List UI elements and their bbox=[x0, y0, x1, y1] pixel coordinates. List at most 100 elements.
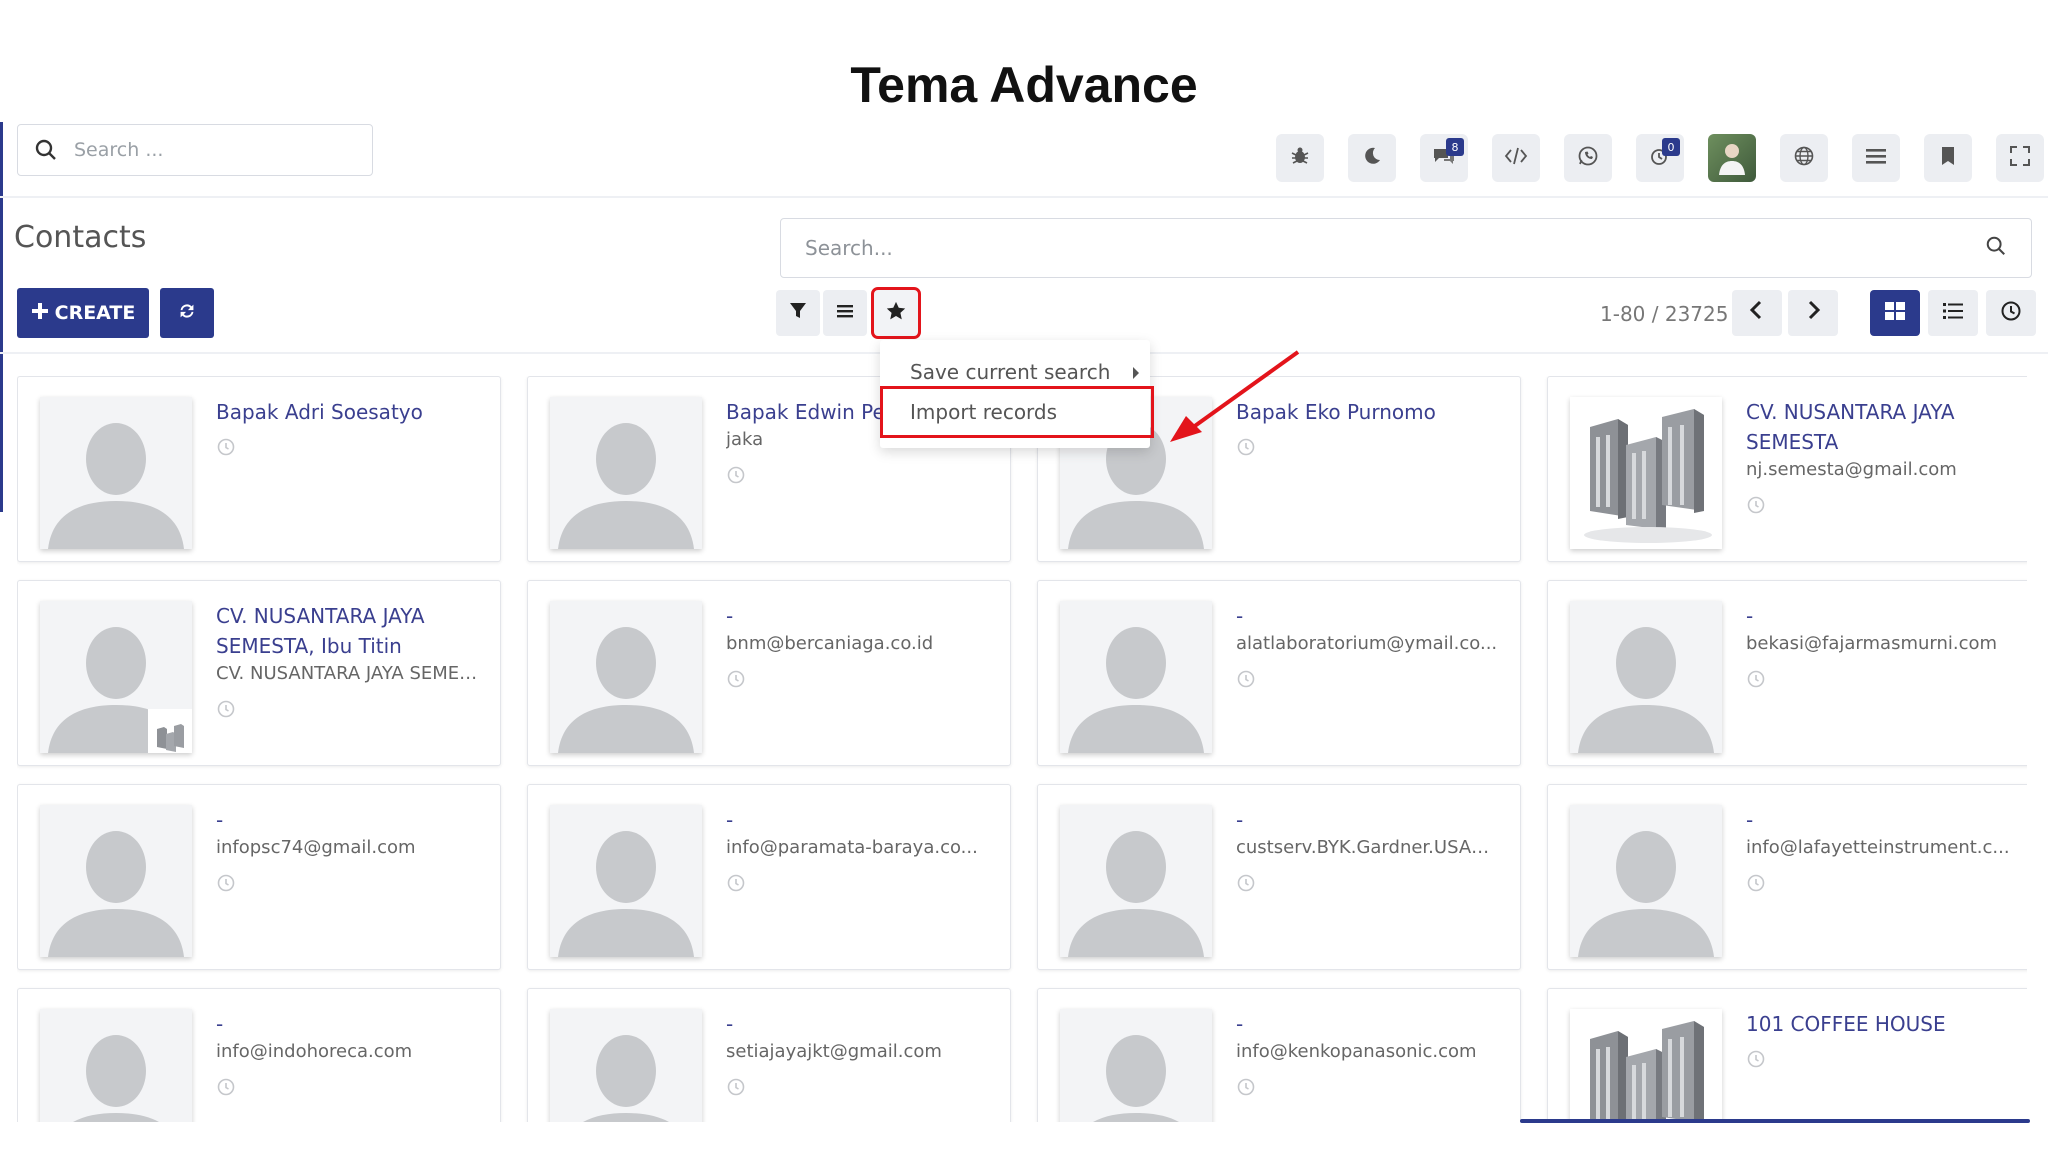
person-avatar bbox=[550, 601, 702, 753]
globe-button[interactable] bbox=[1780, 134, 1828, 182]
list-view-button[interactable] bbox=[1928, 290, 1978, 336]
top-icon-group: 80 bbox=[1276, 134, 2044, 182]
bookmark-button[interactable] bbox=[1924, 134, 1972, 182]
activity-clock-icon[interactable] bbox=[216, 1077, 236, 1097]
search-icon bbox=[18, 138, 74, 162]
person-avatar bbox=[40, 1009, 192, 1122]
code-icon bbox=[1504, 146, 1528, 171]
scroll-indicator bbox=[1520, 1119, 2030, 1123]
whatsapp-icon bbox=[1577, 145, 1599, 172]
contacts-search-placeholder: Search... bbox=[805, 236, 893, 260]
global-search-input[interactable]: Search ... bbox=[17, 124, 373, 176]
contact-name: - bbox=[1236, 604, 1244, 628]
contact-name: 101 COFFEE HOUSE bbox=[1746, 1012, 1946, 1036]
fullscreen-button[interactable] bbox=[1996, 134, 2044, 182]
next-page-button[interactable] bbox=[1788, 290, 1838, 336]
red-arrow-annotation bbox=[1170, 350, 1300, 442]
chat-button[interactable]: 8 bbox=[1420, 134, 1468, 182]
fullscreen-icon bbox=[2009, 145, 2031, 172]
globe-icon bbox=[1793, 145, 1815, 172]
menu-button[interactable] bbox=[1852, 134, 1900, 182]
person-avatar bbox=[1060, 1009, 1212, 1122]
contact-card[interactable]: - info@lafayetteinstrument.c... bbox=[1547, 784, 2027, 970]
bookmark-icon bbox=[1939, 145, 1957, 172]
activity-clock-icon[interactable] bbox=[216, 437, 236, 457]
person-avatar bbox=[40, 805, 192, 957]
contacts-search-input[interactable]: Search... bbox=[780, 218, 2032, 278]
activity-clock-icon[interactable] bbox=[726, 669, 746, 689]
activity-clock-icon[interactable] bbox=[1236, 873, 1256, 893]
filter-icon bbox=[788, 301, 808, 325]
save-current-search-item[interactable]: Save current search bbox=[910, 360, 1140, 384]
activity-clock-icon[interactable] bbox=[1746, 1049, 1766, 1069]
notification-badge: 8 bbox=[1446, 138, 1464, 156]
create-button[interactable]: CREATE bbox=[17, 288, 149, 338]
contact-name: - bbox=[726, 604, 734, 628]
activity-clock-icon[interactable] bbox=[1236, 1077, 1256, 1097]
group-by-button[interactable] bbox=[823, 290, 867, 336]
contact-card[interactable]: - setiajayajkt@gmail.com bbox=[527, 988, 1011, 1122]
contact-card[interactable]: Bapak Adri Soesatyo bbox=[17, 376, 501, 562]
top-bar: Search ... 80 bbox=[0, 122, 2048, 198]
person-avatar bbox=[1570, 601, 1722, 753]
contact-card[interactable]: - info@paramata-baraya.co... bbox=[527, 784, 1011, 970]
activity-clock-icon[interactable] bbox=[1236, 669, 1256, 689]
grid-icon bbox=[1884, 301, 1906, 325]
activity-clock-icon[interactable] bbox=[726, 873, 746, 893]
contact-name: - bbox=[1236, 1012, 1244, 1036]
contact-card[interactable]: - bekasi@fajarmasmurni.com bbox=[1547, 580, 2027, 766]
contact-name: - bbox=[726, 1012, 734, 1036]
search-icon[interactable] bbox=[1985, 235, 2007, 261]
contact-name: - bbox=[216, 808, 224, 832]
activity-view-button[interactable] bbox=[1986, 290, 2036, 336]
activity-clock-icon[interactable] bbox=[1746, 873, 1766, 893]
bug-button[interactable] bbox=[1276, 134, 1324, 182]
contact-detail: custserv.BYK.Gardner.USA@... bbox=[1236, 837, 1506, 858]
notification-badge: 0 bbox=[1662, 138, 1680, 156]
contact-card[interactable]: 101 COFFEE HOUSE bbox=[1547, 988, 2027, 1122]
contact-card[interactable]: - info@kenkopanasonic.com bbox=[1037, 988, 1521, 1122]
contact-card[interactable]: - bnm@bercaniaga.co.id bbox=[527, 580, 1011, 766]
contact-card[interactable]: - alatlaboratorium@ymail.co... bbox=[1037, 580, 1521, 766]
person-avatar bbox=[1060, 601, 1212, 753]
kanban-view-button[interactable] bbox=[1870, 290, 1920, 336]
activity-clock-icon[interactable] bbox=[216, 873, 236, 893]
filter-button[interactable] bbox=[776, 290, 820, 336]
person-avatar bbox=[40, 397, 192, 549]
contact-card[interactable]: - info@indohoreca.com bbox=[17, 988, 501, 1122]
list-icon bbox=[1942, 301, 1964, 325]
activity-button[interactable]: 0 bbox=[1636, 134, 1684, 182]
moon-button[interactable] bbox=[1348, 134, 1396, 182]
moon-icon bbox=[1361, 145, 1383, 172]
whatsapp-button[interactable] bbox=[1564, 134, 1612, 182]
activity-clock-icon[interactable] bbox=[726, 465, 746, 485]
refresh-icon bbox=[176, 300, 198, 326]
import-records-item[interactable]: Import records bbox=[910, 400, 1057, 424]
contact-detail: setiajayajkt@gmail.com bbox=[726, 1041, 942, 1062]
page-heading: Tema Advance bbox=[850, 57, 1198, 113]
activity-clock-icon[interactable] bbox=[726, 1077, 746, 1097]
user-avatar[interactable] bbox=[1708, 134, 1756, 182]
contact-detail: info@kenkopanasonic.com bbox=[1236, 1041, 1477, 1062]
contact-detail: infopsc74@gmail.com bbox=[216, 837, 416, 858]
star-icon bbox=[885, 300, 907, 326]
previous-page-button[interactable] bbox=[1732, 290, 1782, 336]
code-button[interactable] bbox=[1492, 134, 1540, 182]
contact-card[interactable]: CV. NUSANTARA JAYA SEMESTA nj.semesta@gma… bbox=[1547, 376, 2027, 562]
activity-clock-icon[interactable] bbox=[1746, 495, 1766, 515]
activity-clock-icon[interactable] bbox=[1746, 669, 1766, 689]
contact-card[interactable]: - custserv.BYK.Gardner.USA@... bbox=[1037, 784, 1521, 970]
person-avatar bbox=[1570, 805, 1722, 957]
contact-detail: info@paramata-baraya.co... bbox=[726, 837, 978, 858]
person-avatar bbox=[550, 1009, 702, 1122]
activity-clock-icon[interactable] bbox=[216, 699, 236, 719]
contact-card[interactable]: CV. NUSANTARA JAYA SEMESTA, Ibu Titin CV.… bbox=[17, 580, 501, 766]
contact-name: - bbox=[1746, 604, 1754, 628]
refresh-button[interactable] bbox=[160, 288, 214, 338]
contact-card[interactable]: - infopsc74@gmail.com bbox=[17, 784, 501, 970]
person-avatar bbox=[40, 601, 192, 753]
person-avatar bbox=[1060, 805, 1212, 957]
company-image bbox=[1570, 1009, 1722, 1122]
pager-value[interactable]: 1-80 / 23725 bbox=[1600, 302, 1728, 326]
favorites-button[interactable] bbox=[871, 287, 921, 339]
